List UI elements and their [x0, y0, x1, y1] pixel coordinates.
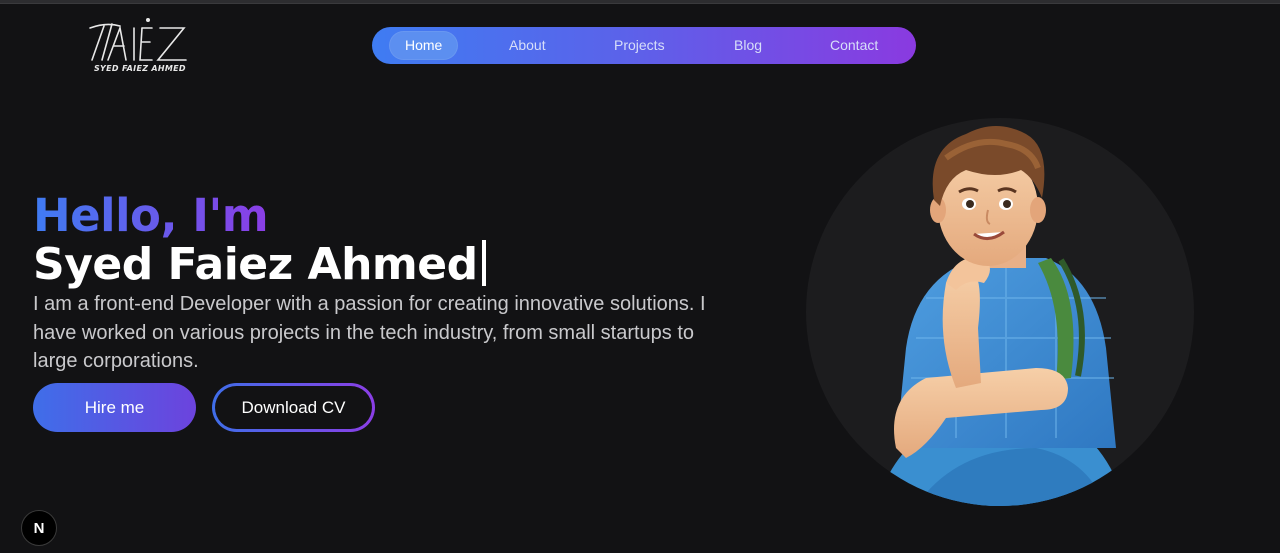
hero-name: Syed Faiez Ahmed	[33, 239, 478, 290]
hero-bio: I am a front-end Developer with a passio…	[33, 293, 706, 372]
logo-subtitle: SYED FAIEZ AHMED	[94, 64, 186, 73]
nav-home[interactable]: Home	[389, 31, 459, 60]
main-nav: Home About Projects Blog Contact	[372, 27, 916, 64]
nav-about[interactable]: About	[509, 27, 546, 64]
avatar	[806, 118, 1194, 506]
avatar-illustration	[876, 126, 1126, 506]
browser-top-edge	[0, 0, 1280, 4]
nav-projects[interactable]: Projects	[614, 27, 665, 64]
nav-contact[interactable]: Contact	[830, 27, 878, 64]
nav-blog[interactable]: Blog	[734, 27, 762, 64]
logo[interactable]: SYED FAIEZ AHMED	[86, 16, 196, 78]
logo-monogram-icon	[89, 18, 187, 61]
hero-name-line: Syed Faiez Ahmed	[33, 238, 486, 292]
typing-cursor	[481, 240, 486, 286]
download-cv-button[interactable]: Download CV	[212, 383, 375, 432]
hero-greeting: Hello, I'm	[33, 189, 269, 242]
nextjs-badge-icon[interactable]: N	[21, 510, 57, 546]
hire-me-button[interactable]: Hire me	[33, 383, 196, 432]
